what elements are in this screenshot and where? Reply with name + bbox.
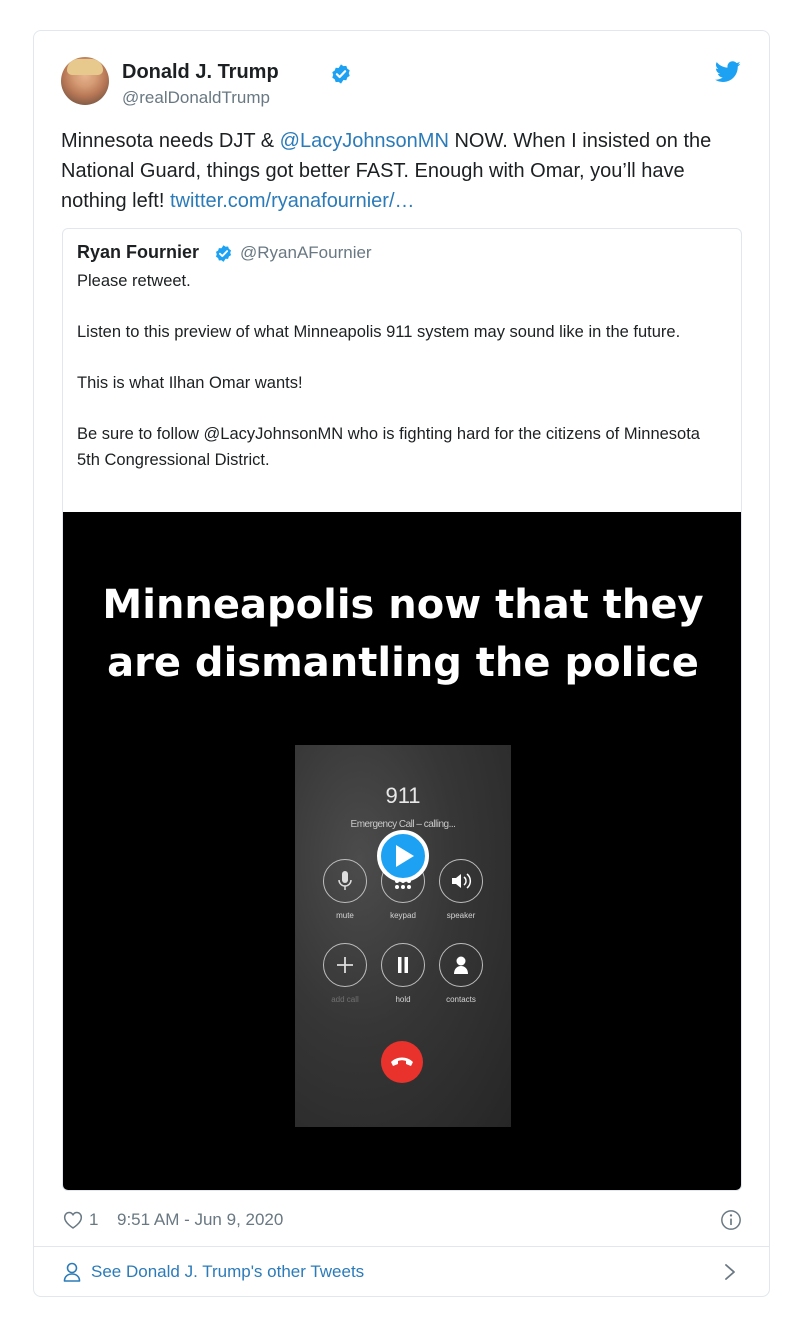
verified-badge-icon: [332, 64, 350, 84]
verified-badge-icon: [215, 245, 232, 262]
plus-icon: [323, 943, 367, 987]
quoted-tweet[interactable]: Ryan Fournier @RyanAFournier Please retw…: [62, 228, 742, 1191]
mention-link[interactable]: @LacyJohnsonMN: [280, 130, 449, 152]
embedded-tweet-card: Donald J. Trump @realDonaldTrump Minneso…: [33, 30, 770, 1297]
speaker-icon: [439, 859, 483, 903]
avatar-hair: [67, 59, 103, 75]
see-other-tweets-link[interactable]: See Donald J. Trump's other Tweets: [61, 1259, 741, 1285]
add-call-label: add call: [331, 995, 359, 1004]
twitter-bird-icon[interactable]: [715, 61, 741, 83]
video-caption-line: Minneapolis now that they: [102, 582, 704, 628]
see-other-tweets-label: See Donald J. Trump's other Tweets: [91, 1262, 365, 1281]
call-status: Emergency Call – calling...: [350, 819, 456, 830]
quoted-tweet-link[interactable]: twitter.com/ryanafournier/…: [170, 190, 415, 212]
person-icon: [63, 1262, 81, 1282]
tweet-timestamp[interactable]: 9:51 AM - Jun 9, 2020: [117, 1206, 283, 1234]
play-icon: [396, 845, 414, 867]
contact-icon: [439, 943, 483, 987]
phone-call-screen: 911 Emergency Call – calling... mute key…: [295, 745, 511, 1127]
contacts-label: contacts: [446, 995, 476, 1004]
video-caption-line: are dismantling the police: [107, 640, 699, 686]
footer-divider: [34, 1246, 769, 1247]
info-icon[interactable]: [720, 1209, 742, 1231]
video-player[interactable]: Minneapolis now that they are dismantlin…: [63, 512, 741, 1190]
pause-icon: [381, 943, 425, 987]
microphone-icon: [323, 859, 367, 903]
tweet-meta: 1 9:51 AM - Jun 9, 2020: [61, 1206, 741, 1234]
hold-label: hold: [395, 995, 411, 1004]
tweet-text: Minnesota needs DJT & @LacyJohnsonMN NOW…: [61, 126, 741, 216]
quoted-author-handle: @RyanAFournier: [240, 243, 372, 262]
heart-icon[interactable]: [63, 1210, 83, 1230]
quoted-tweet-text: Please retweet. Listen to this preview o…: [77, 269, 727, 473]
call-number: 911: [385, 783, 421, 808]
speaker-label: speaker: [446, 911, 476, 920]
tweet-text-part: Minnesota needs DJT &: [61, 130, 280, 152]
chevron-right-icon: [725, 1264, 735, 1280]
play-button[interactable]: [377, 830, 429, 882]
author-handle[interactable]: @realDonaldTrump: [122, 88, 270, 108]
quoted-paragraph: This is what Ilhan Omar wants!: [77, 374, 303, 392]
like-count[interactable]: 1: [89, 1206, 98, 1234]
mute-label: mute: [336, 911, 354, 920]
video-caption: Minneapolis now that they are dismantlin…: [63, 576, 741, 692]
quoted-paragraph: Please retweet.: [77, 272, 191, 290]
phone-hangup-icon: [381, 1041, 423, 1083]
quoted-author-name: Ryan Fournier: [77, 242, 200, 262]
author-name[interactable]: Donald J. Trump: [122, 61, 279, 84]
quoted-paragraph: Be sure to follow @LacyJohnsonMN who is …: [77, 425, 700, 469]
author-avatar[interactable]: [61, 57, 109, 105]
quoted-paragraph: Listen to this preview of what Minneapol…: [77, 323, 681, 341]
keypad-label: keypad: [390, 911, 416, 920]
